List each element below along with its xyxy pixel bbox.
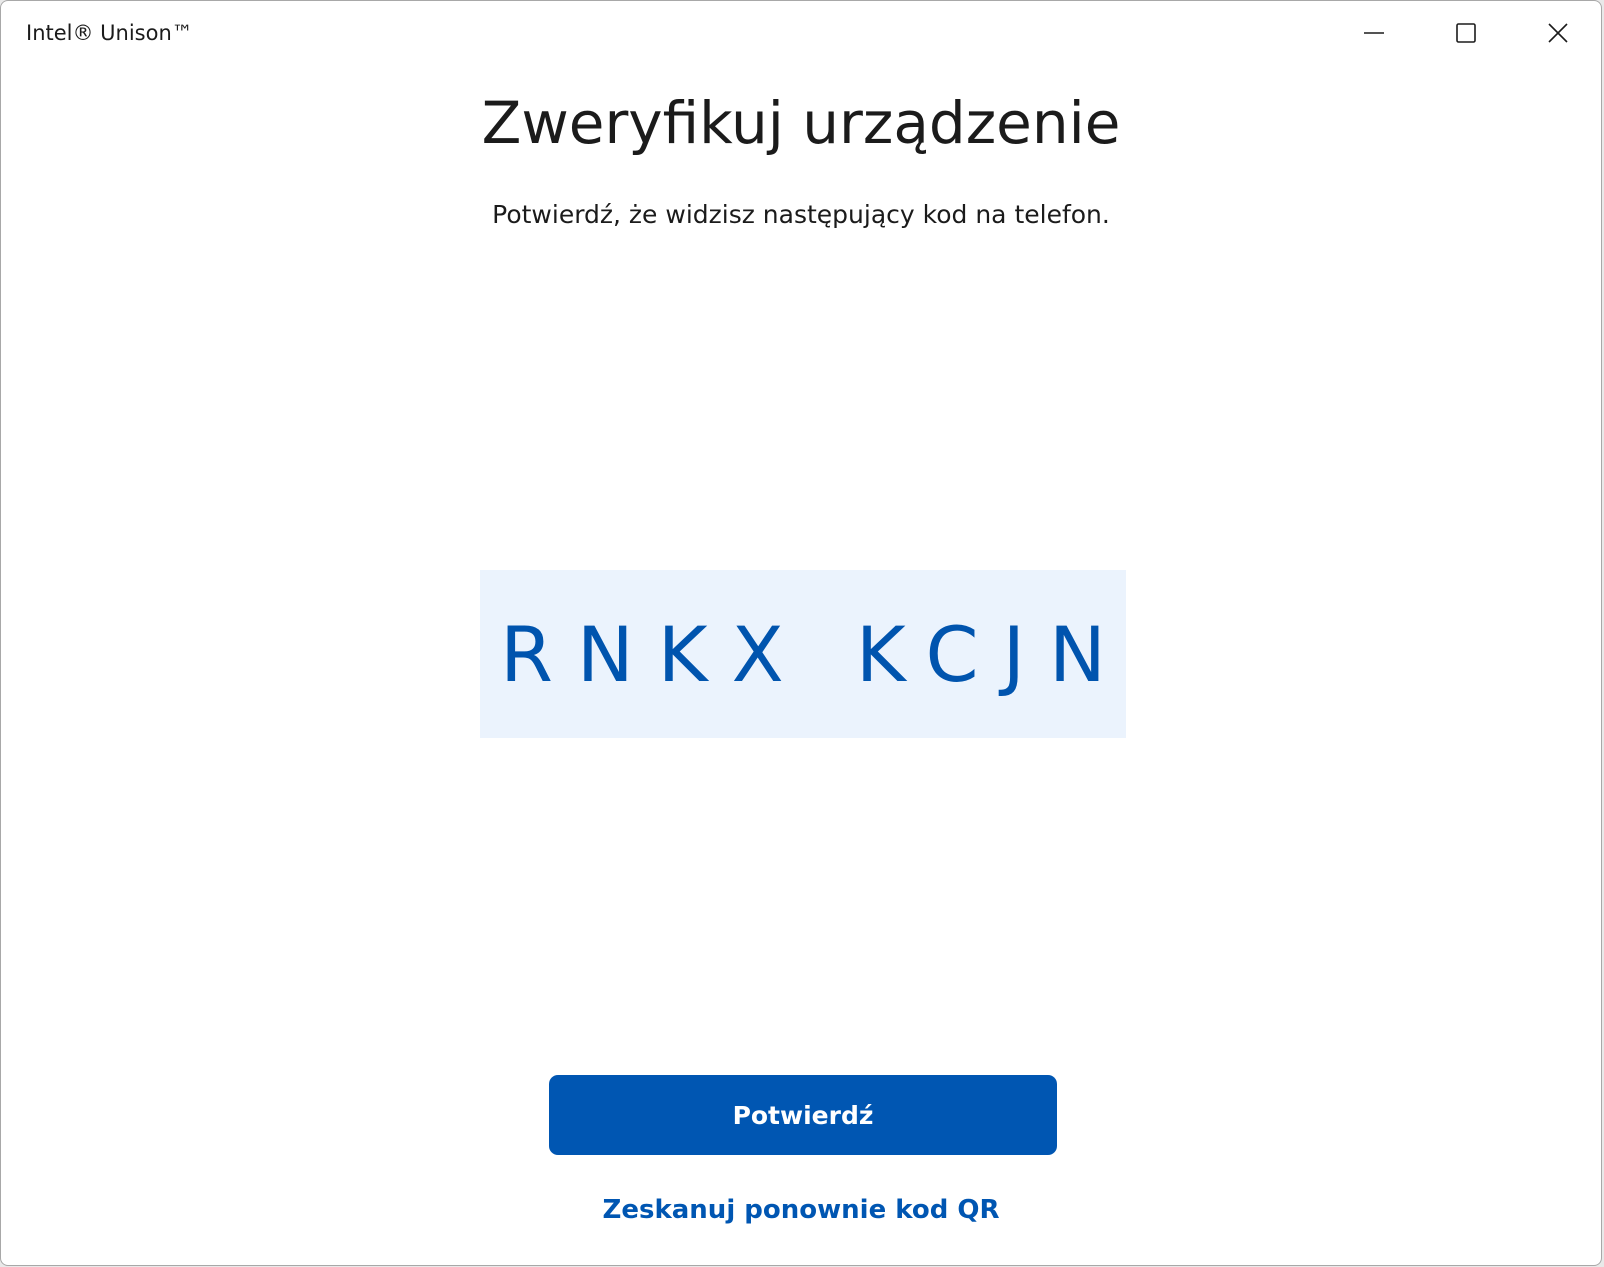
rescan-qr-link-row: Zeskanuj ponownie kod QR bbox=[1, 1195, 1601, 1225]
instruction-text: Potwierdź, że widzisz następujący kod na… bbox=[492, 200, 1110, 229]
maximize-icon bbox=[1456, 23, 1476, 43]
verification-code: RNKX KCJN bbox=[500, 609, 1130, 699]
minimize-icon bbox=[1364, 32, 1384, 34]
page-title: Zweryfikuj urządzenie bbox=[481, 89, 1121, 157]
maximize-button[interactable] bbox=[1420, 1, 1512, 65]
window-title: Intel® Unison™ bbox=[26, 21, 193, 45]
close-button[interactable] bbox=[1512, 1, 1601, 65]
rescan-qr-link[interactable]: Zeskanuj ponownie kod QR bbox=[603, 1195, 1000, 1225]
title-bar[interactable]: Intel® Unison™ bbox=[1, 1, 1601, 65]
minimize-button[interactable] bbox=[1328, 1, 1420, 65]
confirm-button-label: Potwierdź bbox=[732, 1100, 874, 1130]
app-window: Intel® Unison™ Zweryfikuj urządzenie Pot… bbox=[0, 0, 1602, 1266]
close-icon bbox=[1548, 23, 1568, 43]
verification-code-box: RNKX KCJN bbox=[480, 570, 1126, 738]
confirm-button[interactable]: Potwierdź bbox=[549, 1075, 1057, 1155]
